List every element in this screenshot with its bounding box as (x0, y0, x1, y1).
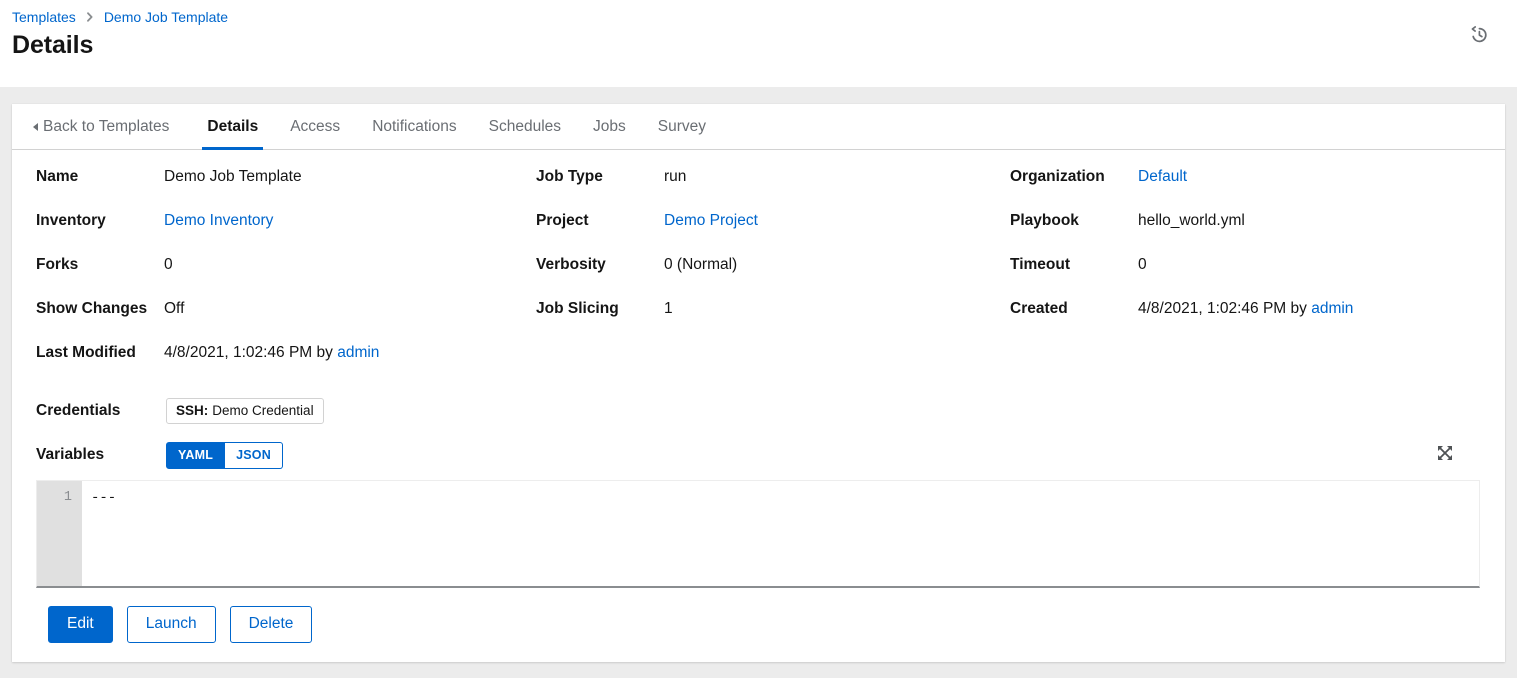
field-last-modified-value: 4/8/2021, 1:02:46 PM by (164, 344, 337, 361)
field-timeout-value: 0 (1138, 256, 1147, 274)
field-variables: Variables YAML JSON (36, 434, 1481, 476)
field-name-value: Demo Job Template (164, 168, 302, 186)
field-project-label: Project (536, 212, 664, 230)
tab-back-label: Back to Templates (43, 118, 169, 136)
field-name: Name Demo Job Template (36, 168, 536, 212)
field-organization: Organization Default (1010, 168, 1481, 212)
tab-access[interactable]: Access (274, 104, 356, 149)
field-forks-label: Forks (36, 256, 164, 274)
chevron-right-icon (85, 12, 95, 22)
field-credentials-label: Credentials (36, 402, 164, 420)
field-playbook: Playbook hello_world.yml (1010, 212, 1481, 256)
action-buttons: Edit Launch Delete (36, 588, 1481, 643)
field-job-type-value: run (664, 168, 686, 186)
field-last-modified-user-link[interactable]: admin (337, 344, 379, 361)
page-root: Templates Demo Job Template Details Back… (0, 0, 1517, 678)
field-organization-value-link[interactable]: Default (1138, 168, 1187, 185)
details-body: Name Demo Job Template Job Type run Orga… (12, 150, 1505, 643)
field-created: Created 4/8/2021, 1:02:46 PM by admin (1010, 300, 1481, 344)
credential-chip-prefix: SSH: (176, 403, 208, 418)
tab-schedules[interactable]: Schedules (473, 104, 577, 149)
details-card: Back to Templates Details Access Notific… (12, 104, 1505, 662)
field-inventory: Inventory Demo Inventory (36, 212, 536, 256)
field-last-modified-label: Last Modified (36, 344, 164, 362)
field-verbosity: Verbosity 0 (Normal) (536, 256, 1010, 300)
breadcrumb: Templates Demo Job Template (12, 8, 228, 26)
field-timeout: Timeout 0 (1010, 256, 1481, 300)
field-forks-value: 0 (164, 256, 173, 274)
field-show-changes-label: Show Changes (36, 300, 164, 318)
tab-details[interactable]: Details (191, 104, 274, 149)
credential-chip-value: Demo Credential (212, 403, 313, 418)
field-job-slicing-value: 1 (664, 300, 673, 318)
field-created-value: 4/8/2021, 1:02:46 PM by (1138, 300, 1311, 317)
tab-back-to-templates[interactable]: Back to Templates (33, 104, 191, 149)
field-created-label: Created (1010, 300, 1138, 318)
tab-survey[interactable]: Survey (642, 104, 722, 149)
field-playbook-label: Playbook (1010, 212, 1138, 230)
field-job-slicing: Job Slicing 1 (536, 300, 1010, 344)
page-title: Details (12, 29, 93, 61)
field-credentials: Credentials SSH: Demo Credential (36, 388, 1481, 434)
field-playbook-value: hello_world.yml (1138, 212, 1245, 230)
launch-button[interactable]: Launch (127, 606, 216, 643)
field-name-label: Name (36, 168, 164, 186)
field-verbosity-label: Verbosity (536, 256, 664, 274)
delete-button[interactable]: Delete (230, 606, 313, 643)
field-project-value-link[interactable]: Demo Project (664, 212, 758, 229)
tab-bar: Back to Templates Details Access Notific… (12, 104, 1505, 150)
field-last-modified: Last Modified 4/8/2021, 1:02:46 PM by ad… (36, 344, 1481, 388)
variables-format-toggle: YAML JSON (166, 442, 283, 469)
tab-notifications[interactable]: Notifications (356, 104, 472, 149)
field-show-changes-value: Off (164, 300, 184, 318)
expand-arrows-icon[interactable] (1434, 442, 1456, 464)
field-verbosity-value: 0 (Normal) (664, 256, 737, 274)
breadcrumb-item-templates[interactable]: Templates (12, 8, 76, 26)
editor-content[interactable]: --- (82, 481, 1479, 586)
field-job-slicing-label: Job Slicing (536, 300, 664, 318)
field-created-user-link[interactable]: admin (1311, 300, 1353, 317)
history-icon[interactable] (1463, 19, 1495, 51)
field-timeout-label: Timeout (1010, 256, 1138, 274)
edit-button[interactable]: Edit (48, 606, 113, 643)
caret-left-icon (33, 123, 38, 131)
toggle-json-button[interactable]: JSON (225, 442, 283, 469)
field-organization-label: Organization (1010, 168, 1138, 186)
field-job-type: Job Type run (536, 168, 1010, 212)
field-variables-label: Variables (36, 446, 164, 464)
field-project: Project Demo Project (536, 212, 1010, 256)
field-inventory-label: Inventory (36, 212, 164, 230)
credential-chip[interactable]: SSH: Demo Credential (166, 398, 324, 424)
page-header: Templates Demo Job Template Details (0, 0, 1517, 87)
field-inventory-value-link[interactable]: Demo Inventory (164, 212, 273, 229)
toggle-yaml-button[interactable]: YAML (166, 442, 225, 469)
breadcrumb-item-demo-job-template[interactable]: Demo Job Template (104, 8, 228, 26)
field-show-changes: Show Changes Off (36, 300, 536, 344)
details-grid: Name Demo Job Template Job Type run Orga… (36, 150, 1481, 344)
editor-line-numbers: 1 (37, 481, 82, 586)
tab-jobs[interactable]: Jobs (577, 104, 642, 149)
field-forks: Forks 0 (36, 256, 536, 300)
field-job-type-label: Job Type (536, 168, 664, 186)
variables-editor[interactable]: 1 --- (36, 480, 1480, 588)
